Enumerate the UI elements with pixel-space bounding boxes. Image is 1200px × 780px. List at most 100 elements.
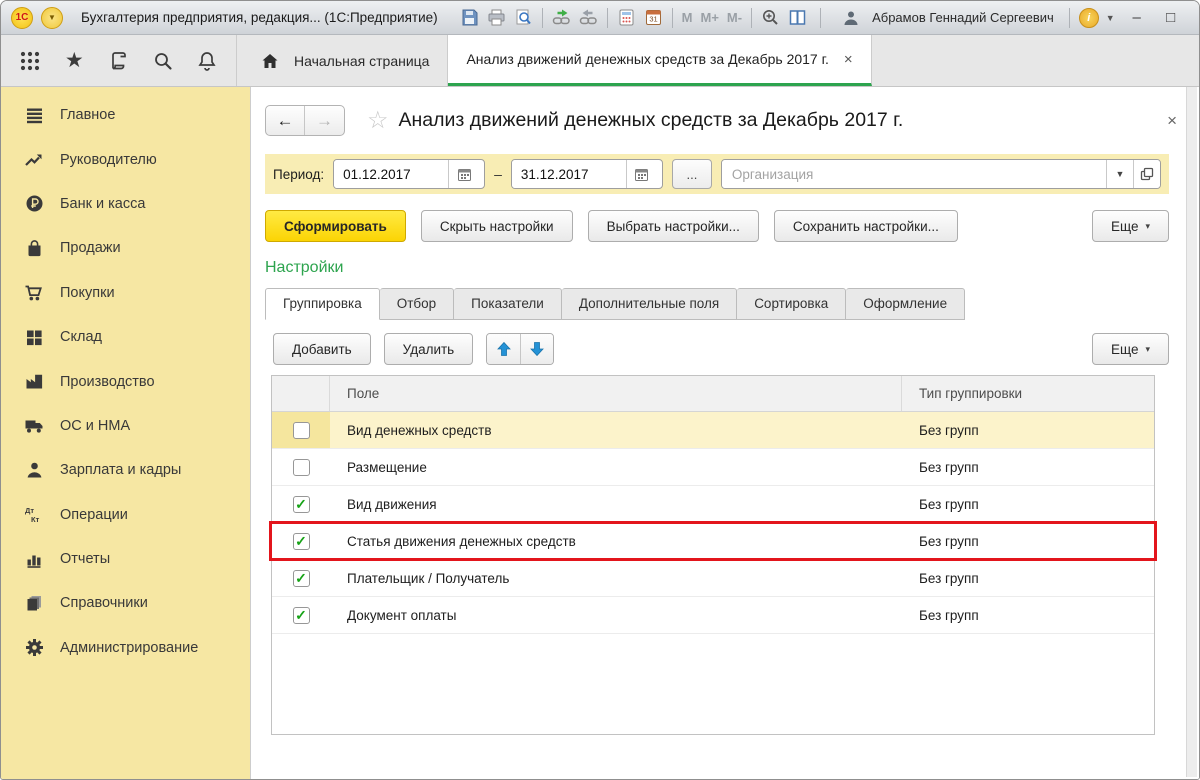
delete-button[interactable]: Удалить — [384, 333, 474, 365]
row-group-type[interactable]: Без групп — [902, 608, 1154, 623]
table-row[interactable]: Вид денежных средств Без групп — [272, 412, 1154, 449]
move-up-icon[interactable] — [487, 334, 520, 364]
main-menu-button[interactable]: ▼ — [41, 7, 63, 29]
row-checkbox[interactable]: ✓ — [293, 496, 310, 513]
vertical-scrollbar[interactable] — [1186, 87, 1197, 777]
sidebar-item-label: Главное — [60, 107, 115, 123]
close-form-icon[interactable]: × — [1167, 111, 1177, 131]
go-to-link-icon[interactable] — [575, 5, 602, 30]
choose-settings-button[interactable]: Выбрать настройки... — [588, 210, 759, 242]
sidebar-item-reports[interactable]: Отчеты — [1, 537, 250, 581]
favorite-star-icon[interactable]: ☆ — [367, 109, 389, 133]
info-icon[interactable]: i — [1079, 8, 1099, 28]
table-row[interactable]: Размещение Без групп — [272, 449, 1154, 486]
sidebar-item-purchases[interactable]: Покупки — [1, 271, 250, 315]
row-checkbox[interactable] — [293, 422, 310, 439]
1c-logo-icon: 1С — [11, 7, 33, 29]
row-group-type[interactable]: Без групп — [902, 497, 1154, 512]
current-user[interactable]: Абрамов Геннадий Сергеевич — [830, 3, 1060, 33]
sidebar-item-warehouse[interactable]: Склад — [1, 315, 250, 359]
table-row[interactable]: ✓ Вид движения Без групп — [272, 486, 1154, 523]
sidebar-item-manager[interactable]: Руководителю — [1, 137, 250, 181]
search-icon[interactable] — [148, 46, 178, 76]
print-preview-icon[interactable] — [510, 5, 537, 30]
choose-from-list-icon[interactable] — [1133, 160, 1160, 188]
sections-sidebar: Главное Руководителю Банк и касса Продаж… — [1, 87, 251, 779]
settings-tab-2[interactable]: Отбор — [380, 288, 454, 320]
settings-more-button[interactable]: Еще ▾ — [1092, 333, 1169, 365]
memory-m-minus-button[interactable]: M- — [723, 5, 746, 30]
table-row[interactable]: ✓ Документ оплаты Без групп — [272, 597, 1154, 634]
history-icon[interactable] — [103, 46, 133, 76]
dropdown-caret-icon[interactable]: ▼ — [1106, 160, 1133, 188]
settings-tab-5[interactable]: Сортировка — [737, 288, 846, 320]
back-button[interactable]: ← — [266, 106, 305, 135]
row-checkbox[interactable]: ✓ — [293, 570, 310, 587]
settings-tab-6[interactable]: Оформление — [846, 288, 965, 320]
separator — [672, 8, 673, 28]
memory-m-button[interactable]: M — [678, 5, 697, 30]
row-checkbox[interactable]: ✓ — [293, 533, 310, 550]
minimize-button[interactable]: – — [1122, 6, 1152, 30]
table-header: Поле Тип группировки — [272, 376, 1154, 412]
more-button[interactable]: Еще ▾ — [1092, 210, 1169, 242]
sidebar-item-sales[interactable]: Продажи — [1, 226, 250, 270]
sidebar-item-os-nma[interactable]: ОС и НМА — [1, 404, 250, 448]
sidebar-item-references[interactable]: Справочники — [1, 581, 250, 625]
sidebar-item-salary-hr[interactable]: Зарплата и кадры — [1, 448, 250, 492]
bag-icon — [23, 239, 45, 258]
table-row[interactable]: ✓ Статья движения денежных средств Без г… — [272, 523, 1154, 560]
generate-button[interactable]: Сформировать — [265, 210, 406, 242]
close-window-button[interactable]: × — [1190, 6, 1200, 30]
print-icon[interactable] — [483, 5, 510, 30]
get-link-icon[interactable] — [548, 5, 575, 30]
settings-tab-3[interactable]: Показатели — [454, 288, 562, 320]
settings-tab-1[interactable]: Группировка — [265, 288, 380, 320]
row-checkbox[interactable]: ✓ — [293, 607, 310, 624]
date-to-input[interactable] — [512, 160, 626, 188]
tab-report[interactable]: Анализ движений денежных средств за Дека… — [448, 35, 871, 86]
row-group-type[interactable]: Без групп — [902, 423, 1154, 438]
date-to-field — [511, 159, 663, 189]
date-from-input[interactable] — [334, 160, 448, 188]
sidebar-item-main[interactable]: Главное — [1, 93, 250, 137]
split-view-icon[interactable] — [784, 5, 811, 30]
organization-input[interactable] — [722, 160, 1106, 188]
sidebar-item-production[interactable]: Производство — [1, 359, 250, 403]
sidebar-item-label: Склад — [60, 329, 102, 345]
save-settings-button[interactable]: Сохранить настройки... — [774, 210, 958, 242]
close-tab-icon[interactable]: × — [844, 51, 853, 68]
row-checkbox[interactable] — [293, 459, 310, 476]
row-group-type[interactable]: Без групп — [902, 571, 1154, 586]
separator — [542, 8, 543, 28]
zoom-in-icon[interactable] — [757, 5, 784, 30]
apps-grid-icon[interactable] — [15, 46, 45, 76]
forward-button[interactable]: → — [305, 106, 344, 135]
add-button[interactable]: Добавить — [273, 333, 371, 365]
row-group-type[interactable]: Без групп — [902, 534, 1154, 549]
favorites-star-icon[interactable]: ★ — [59, 46, 89, 76]
row-group-type[interactable]: Без групп — [902, 460, 1154, 475]
move-down-icon[interactable] — [520, 334, 553, 364]
tab-home[interactable]: Начальная страница — [237, 35, 448, 86]
sidebar-item-label: Продажи — [60, 240, 121, 256]
period-options-button[interactable]: ... — [672, 159, 712, 189]
calendar-picker-icon[interactable] — [626, 160, 657, 188]
settings-tab-4[interactable]: Дополнительные поля — [562, 288, 737, 320]
sidebar-item-administration[interactable]: Администрирование — [1, 626, 250, 670]
memory-m-plus-button[interactable]: M+ — [696, 5, 722, 30]
sidebar-item-operations[interactable]: ДтКт Операции — [1, 493, 250, 537]
maximize-button[interactable]: □ — [1156, 6, 1186, 30]
svg-text:Кт: Кт — [31, 515, 40, 524]
chevron-down-icon[interactable]: ▼ — [1103, 13, 1118, 23]
save-icon[interactable] — [456, 5, 483, 30]
chart-icon — [23, 550, 45, 569]
calendar-picker-icon[interactable] — [448, 160, 479, 188]
hide-settings-button[interactable]: Скрыть настройки — [421, 210, 573, 242]
sidebar-item-bank-cash[interactable]: Банк и касса — [1, 182, 250, 226]
truck-icon — [23, 416, 45, 435]
calendar-icon[interactable]: 31 — [640, 5, 667, 30]
table-row[interactable]: ✓ Плательщик / Получатель Без групп — [272, 560, 1154, 597]
notifications-bell-icon[interactable] — [192, 46, 222, 76]
calculator-icon[interactable] — [613, 5, 640, 30]
